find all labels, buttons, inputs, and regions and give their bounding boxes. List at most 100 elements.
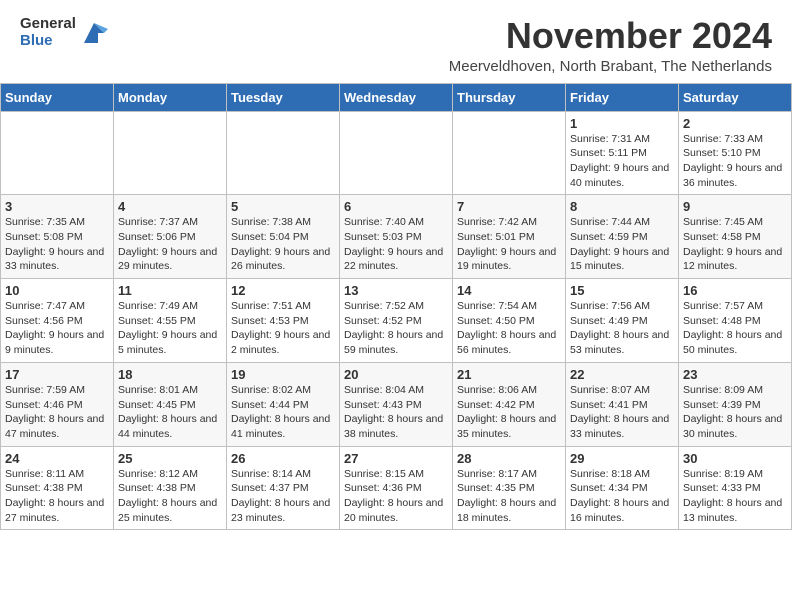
calendar-cell: 28Sunrise: 8:17 AM Sunset: 4:35 PM Dayli… <box>453 446 566 530</box>
logo-general-text: General <box>20 16 76 33</box>
day-info: Sunrise: 7:31 AM Sunset: 5:11 PM Dayligh… <box>570 132 674 191</box>
logo-icon <box>80 19 108 47</box>
calendar-cell: 1Sunrise: 7:31 AM Sunset: 5:11 PM Daylig… <box>566 111 679 195</box>
day-info: Sunrise: 8:04 AM Sunset: 4:43 PM Dayligh… <box>344 383 448 442</box>
day-info: Sunrise: 7:45 AM Sunset: 4:58 PM Dayligh… <box>683 215 787 274</box>
day-number: 30 <box>683 451 787 466</box>
calendar-week-4: 17Sunrise: 7:59 AM Sunset: 4:46 PM Dayli… <box>1 362 792 446</box>
day-number: 7 <box>457 199 561 214</box>
day-info: Sunrise: 8:18 AM Sunset: 4:34 PM Dayligh… <box>570 467 674 526</box>
calendar-cell: 4Sunrise: 7:37 AM Sunset: 5:06 PM Daylig… <box>114 195 227 279</box>
calendar-cell <box>227 111 340 195</box>
day-info: Sunrise: 7:54 AM Sunset: 4:50 PM Dayligh… <box>457 299 561 358</box>
day-info: Sunrise: 7:59 AM Sunset: 4:46 PM Dayligh… <box>5 383 109 442</box>
day-number: 15 <box>570 283 674 298</box>
day-number: 23 <box>683 367 787 382</box>
calendar-cell: 6Sunrise: 7:40 AM Sunset: 5:03 PM Daylig… <box>340 195 453 279</box>
calendar-cell: 23Sunrise: 8:09 AM Sunset: 4:39 PM Dayli… <box>679 362 792 446</box>
col-sunday: Sunday <box>1 83 114 111</box>
day-info: Sunrise: 8:19 AM Sunset: 4:33 PM Dayligh… <box>683 467 787 526</box>
col-wednesday: Wednesday <box>340 83 453 111</box>
calendar-cell: 3Sunrise: 7:35 AM Sunset: 5:08 PM Daylig… <box>1 195 114 279</box>
calendar-cell: 12Sunrise: 7:51 AM Sunset: 4:53 PM Dayli… <box>227 279 340 363</box>
day-number: 1 <box>570 116 674 131</box>
calendar-cell: 14Sunrise: 7:54 AM Sunset: 4:50 PM Dayli… <box>453 279 566 363</box>
calendar-cell <box>1 111 114 195</box>
logo: General Blue <box>20 16 108 49</box>
day-info: Sunrise: 7:51 AM Sunset: 4:53 PM Dayligh… <box>231 299 335 358</box>
day-info: Sunrise: 7:56 AM Sunset: 4:49 PM Dayligh… <box>570 299 674 358</box>
day-number: 13 <box>344 283 448 298</box>
subtitle: Meerveldhoven, North Brabant, The Nether… <box>108 58 772 75</box>
day-info: Sunrise: 7:35 AM Sunset: 5:08 PM Dayligh… <box>5 215 109 274</box>
day-info: Sunrise: 7:57 AM Sunset: 4:48 PM Dayligh… <box>683 299 787 358</box>
calendar-cell: 8Sunrise: 7:44 AM Sunset: 4:59 PM Daylig… <box>566 195 679 279</box>
calendar-cell: 16Sunrise: 7:57 AM Sunset: 4:48 PM Dayli… <box>679 279 792 363</box>
day-number: 3 <box>5 199 109 214</box>
day-number: 9 <box>683 199 787 214</box>
day-info: Sunrise: 7:40 AM Sunset: 5:03 PM Dayligh… <box>344 215 448 274</box>
calendar-cell: 19Sunrise: 8:02 AM Sunset: 4:44 PM Dayli… <box>227 362 340 446</box>
calendar-cell: 15Sunrise: 7:56 AM Sunset: 4:49 PM Dayli… <box>566 279 679 363</box>
month-title: November 2024 <box>108 16 772 56</box>
day-number: 21 <box>457 367 561 382</box>
calendar-cell: 17Sunrise: 7:59 AM Sunset: 4:46 PM Dayli… <box>1 362 114 446</box>
day-number: 12 <box>231 283 335 298</box>
day-info: Sunrise: 8:09 AM Sunset: 4:39 PM Dayligh… <box>683 383 787 442</box>
calendar-cell <box>114 111 227 195</box>
col-thursday: Thursday <box>453 83 566 111</box>
calendar-cell: 11Sunrise: 7:49 AM Sunset: 4:55 PM Dayli… <box>114 279 227 363</box>
day-number: 22 <box>570 367 674 382</box>
calendar-cell: 20Sunrise: 8:04 AM Sunset: 4:43 PM Dayli… <box>340 362 453 446</box>
calendar-cell: 22Sunrise: 8:07 AM Sunset: 4:41 PM Dayli… <box>566 362 679 446</box>
calendar-week-5: 24Sunrise: 8:11 AM Sunset: 4:38 PM Dayli… <box>1 446 792 530</box>
day-number: 6 <box>344 199 448 214</box>
day-info: Sunrise: 8:14 AM Sunset: 4:37 PM Dayligh… <box>231 467 335 526</box>
calendar-cell: 9Sunrise: 7:45 AM Sunset: 4:58 PM Daylig… <box>679 195 792 279</box>
day-number: 29 <box>570 451 674 466</box>
col-saturday: Saturday <box>679 83 792 111</box>
calendar-cell: 30Sunrise: 8:19 AM Sunset: 4:33 PM Dayli… <box>679 446 792 530</box>
day-number: 8 <box>570 199 674 214</box>
day-info: Sunrise: 7:44 AM Sunset: 4:59 PM Dayligh… <box>570 215 674 274</box>
col-tuesday: Tuesday <box>227 83 340 111</box>
day-number: 17 <box>5 367 109 382</box>
day-number: 19 <box>231 367 335 382</box>
calendar-cell: 13Sunrise: 7:52 AM Sunset: 4:52 PM Dayli… <box>340 279 453 363</box>
page-header: General Blue November 2024 Meerveldhoven… <box>0 0 792 83</box>
calendar-cell: 18Sunrise: 8:01 AM Sunset: 4:45 PM Dayli… <box>114 362 227 446</box>
calendar-cell: 10Sunrise: 7:47 AM Sunset: 4:56 PM Dayli… <box>1 279 114 363</box>
day-info: Sunrise: 8:15 AM Sunset: 4:36 PM Dayligh… <box>344 467 448 526</box>
day-info: Sunrise: 7:52 AM Sunset: 4:52 PM Dayligh… <box>344 299 448 358</box>
day-info: Sunrise: 8:01 AM Sunset: 4:45 PM Dayligh… <box>118 383 222 442</box>
day-number: 20 <box>344 367 448 382</box>
calendar-cell: 29Sunrise: 8:18 AM Sunset: 4:34 PM Dayli… <box>566 446 679 530</box>
calendar-cell: 2Sunrise: 7:33 AM Sunset: 5:10 PM Daylig… <box>679 111 792 195</box>
day-info: Sunrise: 8:06 AM Sunset: 4:42 PM Dayligh… <box>457 383 561 442</box>
day-info: Sunrise: 8:11 AM Sunset: 4:38 PM Dayligh… <box>5 467 109 526</box>
calendar-cell: 24Sunrise: 8:11 AM Sunset: 4:38 PM Dayli… <box>1 446 114 530</box>
calendar-cell <box>340 111 453 195</box>
calendar-header: Sunday Monday Tuesday Wednesday Thursday… <box>1 83 792 111</box>
day-info: Sunrise: 8:12 AM Sunset: 4:38 PM Dayligh… <box>118 467 222 526</box>
day-info: Sunrise: 7:42 AM Sunset: 5:01 PM Dayligh… <box>457 215 561 274</box>
day-info: Sunrise: 8:02 AM Sunset: 4:44 PM Dayligh… <box>231 383 335 442</box>
calendar-week-1: 1Sunrise: 7:31 AM Sunset: 5:11 PM Daylig… <box>1 111 792 195</box>
calendar-week-3: 10Sunrise: 7:47 AM Sunset: 4:56 PM Dayli… <box>1 279 792 363</box>
calendar-cell: 5Sunrise: 7:38 AM Sunset: 5:04 PM Daylig… <box>227 195 340 279</box>
day-number: 14 <box>457 283 561 298</box>
calendar-week-2: 3Sunrise: 7:35 AM Sunset: 5:08 PM Daylig… <box>1 195 792 279</box>
logo-blue-text: Blue <box>20 33 76 50</box>
calendar-cell <box>453 111 566 195</box>
header-row: Sunday Monday Tuesday Wednesday Thursday… <box>1 83 792 111</box>
day-info: Sunrise: 7:37 AM Sunset: 5:06 PM Dayligh… <box>118 215 222 274</box>
day-number: 4 <box>118 199 222 214</box>
calendar-cell: 25Sunrise: 8:12 AM Sunset: 4:38 PM Dayli… <box>114 446 227 530</box>
day-info: Sunrise: 7:38 AM Sunset: 5:04 PM Dayligh… <box>231 215 335 274</box>
day-number: 10 <box>5 283 109 298</box>
day-number: 18 <box>118 367 222 382</box>
title-block: November 2024 Meerveldhoven, North Braba… <box>108 16 772 75</box>
calendar-table: Sunday Monday Tuesday Wednesday Thursday… <box>0 83 792 531</box>
col-friday: Friday <box>566 83 679 111</box>
day-number: 27 <box>344 451 448 466</box>
